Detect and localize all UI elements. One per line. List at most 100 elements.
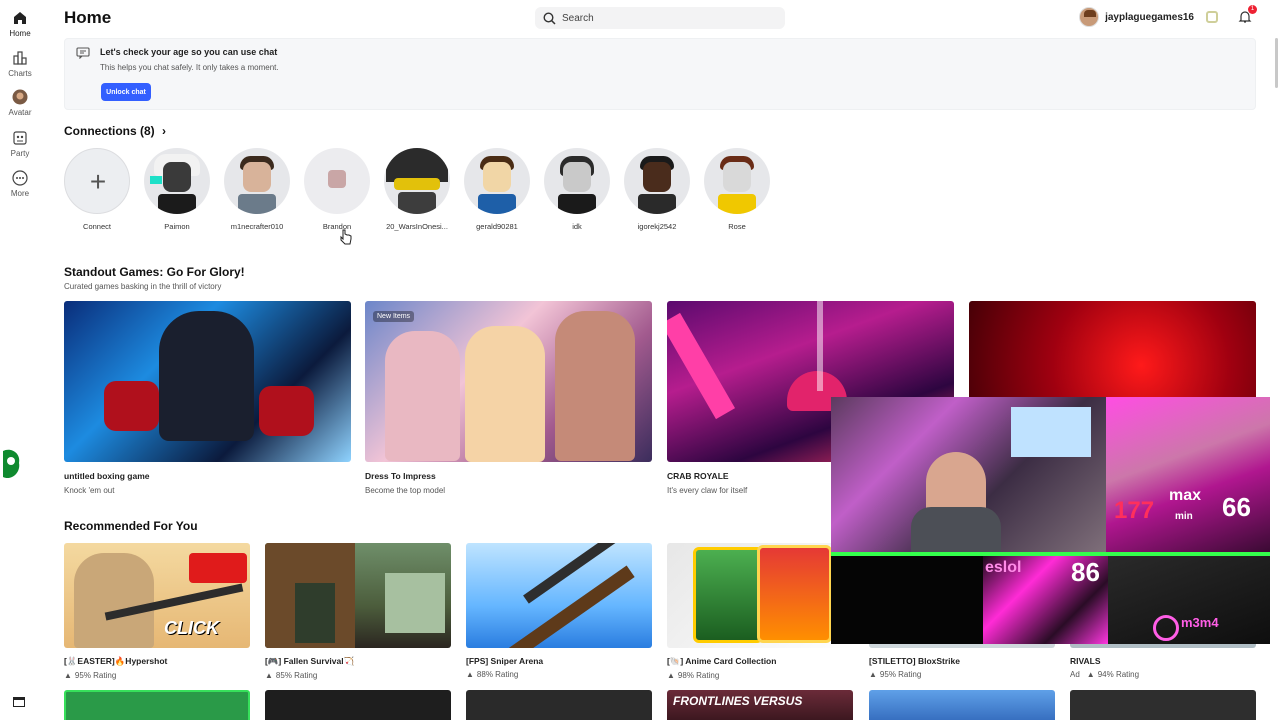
avatar [464, 148, 530, 214]
user-avatar[interactable] [1079, 7, 1100, 27]
thumbs-up-icon: ▲ [1086, 670, 1095, 679]
rail-item-charts[interactable]: Charts [0, 50, 40, 78]
game-card[interactable] [1070, 690, 1256, 720]
rail-item-avatar[interactable]: Avatar [0, 89, 40, 117]
min-value: 66 [1222, 492, 1251, 522]
rail-item-home[interactable]: Home [0, 10, 40, 38]
connection-name: Brandon [322, 222, 352, 231]
game-card[interactable]: [🎮] Fallen Survival🏹 ▲ 85% Rating [265, 543, 451, 680]
chat-icon [76, 47, 90, 59]
keyboard-cam [1106, 397, 1270, 552]
avatar [624, 148, 690, 214]
connection-item[interactable]: 20_WarsInOnesi... [384, 148, 450, 231]
connection-name: Rose [728, 222, 746, 231]
connection-item[interactable]: Paimon [144, 148, 210, 231]
game-card[interactable]: untitled boxing game Knock 'em out [64, 301, 351, 495]
rail-item-party[interactable]: Party [0, 130, 40, 158]
ad-label: Ad [1070, 670, 1080, 679]
connection-name: idk [572, 222, 582, 231]
standout-subtitle: Curated games basking in the thrill of v… [64, 282, 222, 291]
side-extension-icon[interactable] [1, 447, 23, 483]
thumbs-up-icon: ▲ [466, 670, 474, 679]
more-icon [12, 170, 28, 186]
new-items-badge: New Items [373, 311, 415, 322]
connection-item[interactable]: Brandon [304, 148, 370, 231]
connection-name: m1necrafter010 [230, 222, 284, 231]
game-card[interactable]: FRONTLINES VERSUS [667, 690, 853, 720]
robux-icon[interactable] [1206, 11, 1218, 23]
min-label: min [1175, 511, 1193, 522]
age-check-banner: Let's check your age so you can use chat… [64, 38, 1256, 110]
game-rating: ▲ 85% Rating [265, 671, 451, 680]
connections-header[interactable]: Connections (8) › [64, 124, 166, 138]
avatar [384, 148, 450, 214]
game-title: RIVALS [1070, 656, 1101, 666]
overlay-number: 86 [1071, 557, 1100, 587]
game-card[interactable]: CLICK [🐰EASTER]🔥Hypershot ▲ 95% Rating [64, 543, 250, 680]
rail-label-more: More [10, 189, 30, 198]
connection-name: Connect [83, 222, 111, 231]
game-title: [STILETTO] BloxStrike [869, 656, 960, 666]
max-value: 177 [1114, 497, 1155, 524]
game-subtitle: Knock 'em out [64, 486, 115, 495]
window-icon[interactable] [12, 695, 26, 709]
game-thumbnail: CLICK [64, 543, 250, 648]
rating-text: 85% Rating [275, 671, 318, 680]
avatar [144, 148, 210, 214]
charts-icon [13, 51, 27, 65]
game-thumbnail [265, 543, 451, 648]
search-bar[interactable]: Search [535, 7, 785, 29]
rating-text: 95% Rating [74, 671, 117, 680]
recommended-title: Recommended For You [64, 519, 198, 533]
game-rating: ▲ 88% Rating [466, 670, 652, 679]
game-card[interactable] [869, 690, 1055, 720]
game-thumbnail [466, 543, 652, 648]
game-card[interactable] [466, 690, 652, 720]
game-thumbnail [667, 543, 853, 648]
notification-badge: 1 [1248, 5, 1257, 14]
age-banner-subtitle: This helps you chat safely. It only take… [100, 63, 279, 72]
search-input[interactable]: Search [562, 13, 594, 24]
avatar [704, 148, 770, 214]
rail-item-more[interactable]: More [0, 170, 40, 198]
page-scrollbar[interactable] [1275, 38, 1278, 88]
thumbs-up-icon: ▲ [869, 670, 877, 679]
avatar-icon [12, 89, 28, 105]
game-title: Dress To Impress [365, 471, 436, 481]
rating-text: 88% Rating [476, 670, 519, 679]
connection-item[interactable]: gerald90281 [464, 148, 530, 231]
user-area: jayplaguegames16 1 [1079, 5, 1257, 27]
rating-text: 98% Rating [677, 671, 720, 680]
game-card[interactable]: [🐚] Anime Card Collection ▲ 98% Rating [667, 543, 853, 680]
game-card[interactable]: New Items Dress To Impress Become the to… [365, 301, 652, 495]
game-rating: ▲ 95% Rating [64, 671, 250, 680]
mouse-cursor-icon [340, 229, 352, 245]
standout-title: Standout Games: Go For Glory! [64, 265, 245, 279]
game-title: [🐚] Anime Card Collection [667, 656, 777, 666]
game-card[interactable] [64, 690, 250, 720]
overlay-tag: m3m4 [1181, 615, 1219, 630]
connection-name: Paimon [164, 222, 190, 231]
webcam-overlay: 177 max min 66 eslol 86 m3m4 [831, 397, 1270, 644]
plus-icon: + [89, 166, 107, 197]
connection-item[interactable]: m1necrafter010 [224, 148, 290, 231]
max-label: max [1169, 487, 1202, 504]
game-rating: ▲ 98% Rating [667, 671, 853, 680]
rail-label-charts: Charts [8, 69, 32, 78]
unlock-chat-button[interactable]: Unlock chat [101, 83, 151, 101]
connection-item[interactable]: idk [544, 148, 610, 231]
game-card[interactable] [265, 690, 451, 720]
rail-label-home: Home [9, 29, 31, 38]
username[interactable]: jayplaguegames16 [1105, 12, 1194, 23]
connection-name: 20_WarsInOnesi... [386, 222, 448, 231]
notifications-button[interactable]: 1 [1238, 5, 1257, 24]
game-card[interactable]: [FPS] Sniper Arena ▲ 88% Rating [466, 543, 652, 679]
connections-title: Connections (8) [64, 124, 155, 138]
rail-label-avatar: Avatar [8, 108, 32, 117]
connection-item[interactable]: igorekj2542 [624, 148, 690, 231]
overlay-dark-pane [1108, 556, 1270, 644]
thumbs-up-icon: ▲ [64, 671, 72, 680]
connect-button[interactable]: + Connect [64, 148, 130, 231]
circle-icon [1153, 615, 1179, 641]
connection-item[interactable]: Rose [704, 148, 770, 231]
